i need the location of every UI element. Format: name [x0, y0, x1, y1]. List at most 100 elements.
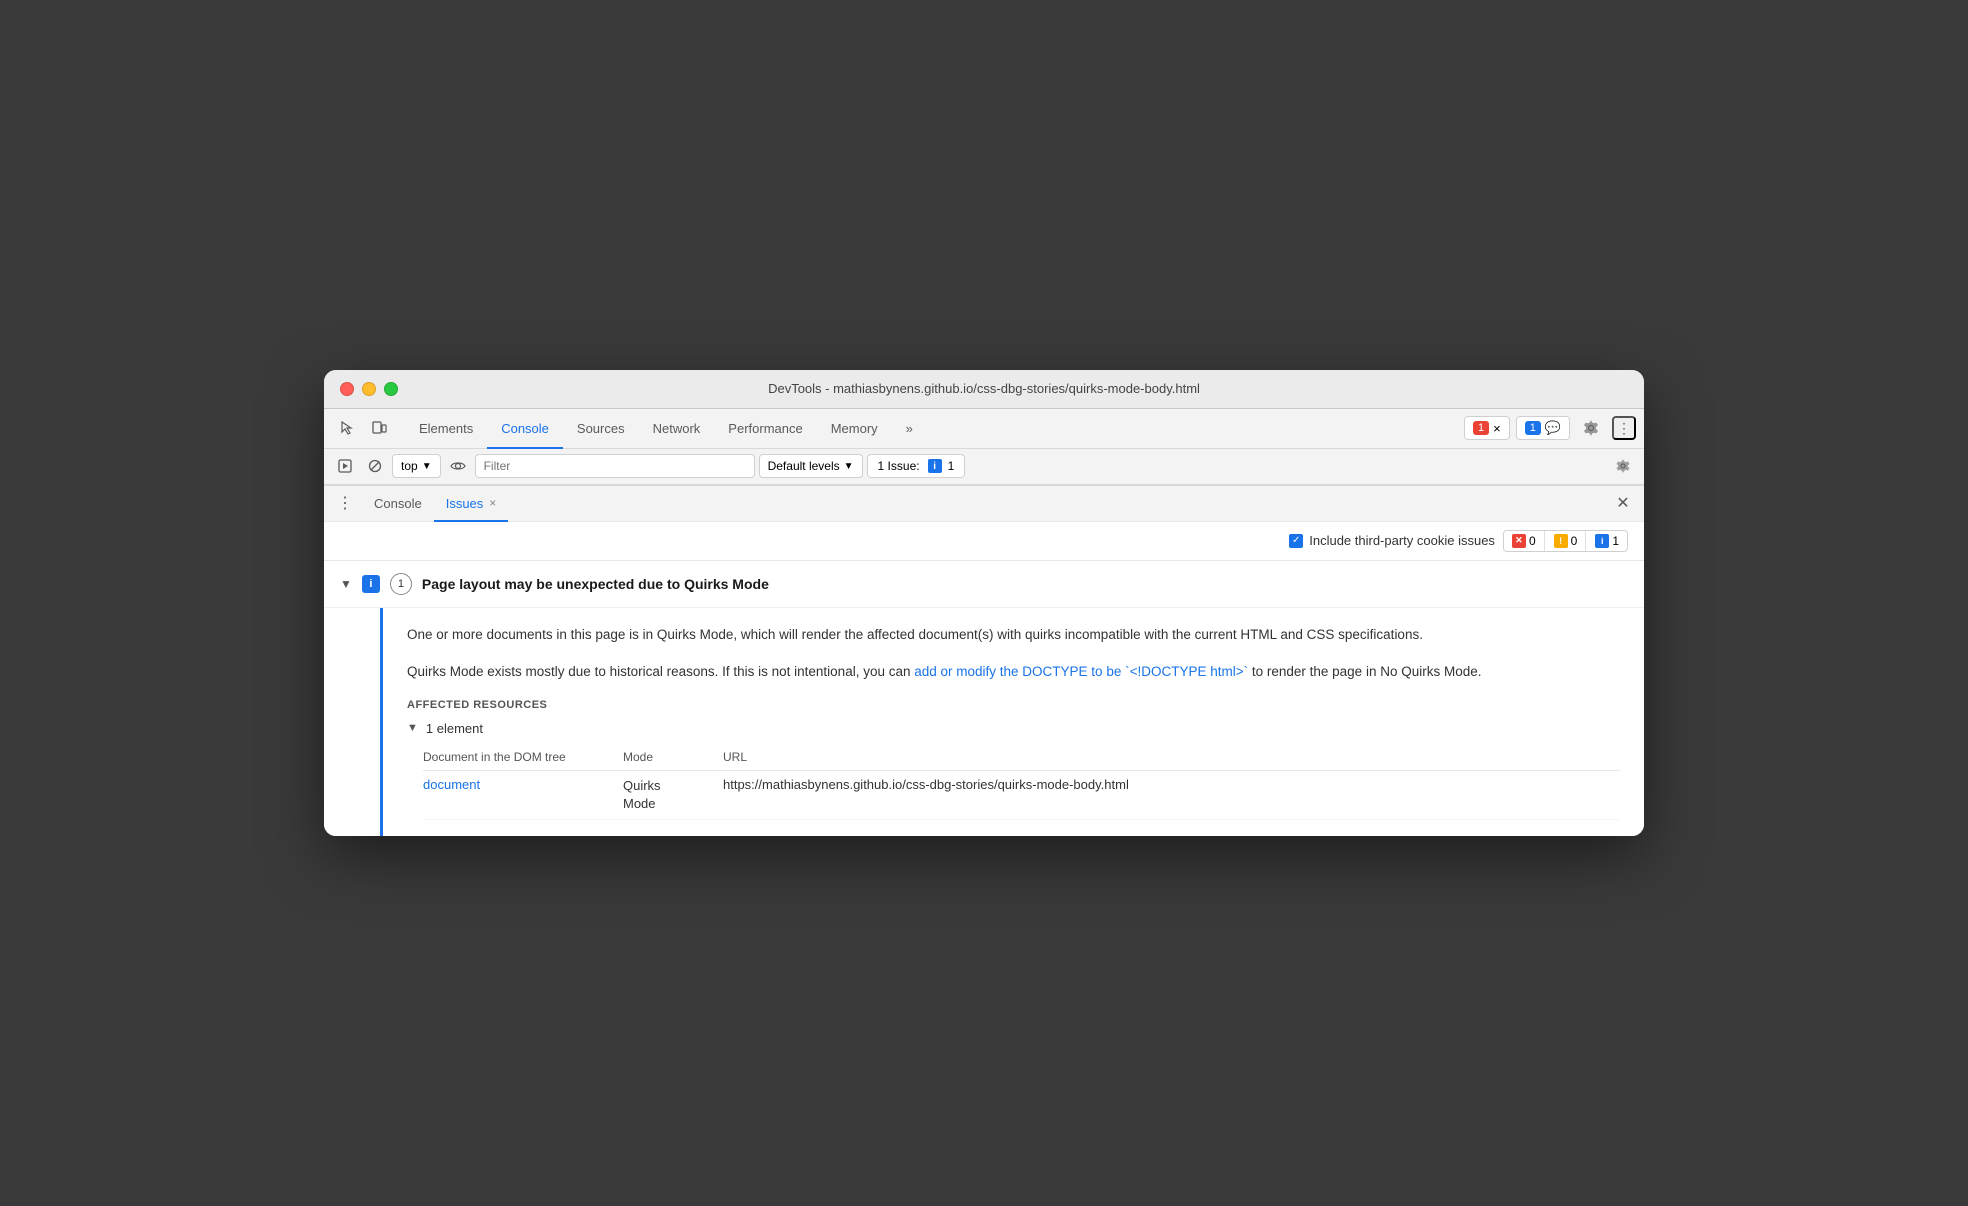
console-toolbar-right: [1610, 453, 1636, 479]
resource-count-label: 1 element: [426, 721, 483, 736]
issue-row: ▼ i 1 Page layout may be unexpected due …: [324, 561, 1644, 608]
block-icon: [368, 459, 382, 473]
tabs-area: Elements Console Sources Network Perform…: [405, 409, 1464, 448]
run-icon: [338, 459, 352, 473]
checkbox-checked-icon: ✓: [1289, 534, 1303, 548]
issue-counts: ✕ 0 ! 0 i 1: [1503, 530, 1628, 552]
resource-document-link[interactable]: document: [423, 777, 480, 792]
url-cell: https://mathiasbynens.github.io/css-dbg-…: [723, 777, 1620, 792]
warning-count: 0: [1571, 534, 1578, 548]
tab-memory[interactable]: Memory: [817, 410, 892, 449]
drawer: ⋮ Console Issues × ✕ ✓ Include third-par…: [324, 485, 1644, 837]
resource-expand-arrow: ▼: [407, 722, 418, 734]
include-label: Include third-party cookie issues: [1309, 533, 1495, 548]
devtools-toolbar: Elements Console Sources Network Perform…: [324, 409, 1644, 449]
issues-toolbar: ✓ Include third-party cookie issues ✕ 0 …: [324, 522, 1644, 561]
console-settings-button[interactable]: [1610, 453, 1636, 479]
doctype-link[interactable]: add or modify the DOCTYPE to be `<!DOCTY…: [914, 664, 1248, 679]
issue-type-icon: i: [362, 575, 380, 593]
tab-console[interactable]: Console: [487, 410, 563, 449]
issue-body-container: One or more documents in this page is in…: [324, 608, 1644, 837]
window-title: DevTools - mathiasbynens.github.io/css-d…: [768, 381, 1200, 396]
minimize-button[interactable]: [362, 382, 376, 396]
more-options-button[interactable]: ⋮: [1612, 416, 1636, 440]
issue-description-1: One or more documents in this page is in…: [407, 624, 1620, 646]
drawer-close-button[interactable]: ✕: [1610, 490, 1636, 516]
issues-badge-count: 1: [948, 459, 955, 473]
device-toggle-button[interactable]: [364, 413, 394, 443]
close-button[interactable]: [340, 382, 354, 396]
close-icon: ✕: [1616, 493, 1629, 513]
run-script-button[interactable]: [332, 453, 358, 479]
maximize-button[interactable]: [384, 382, 398, 396]
drawer-tab-console[interactable]: Console: [362, 486, 434, 522]
clear-console-button[interactable]: [362, 453, 388, 479]
error-count-item[interactable]: ✕ 0: [1504, 531, 1545, 551]
message-badge: 1: [1525, 421, 1541, 435]
issue-title: Page layout may be unexpected due to Qui…: [422, 576, 769, 592]
issues-badge-button[interactable]: 1 Issue: i 1: [867, 454, 966, 478]
tab-sources[interactable]: Sources: [563, 410, 639, 449]
error-count-icon: ✕: [1512, 534, 1526, 548]
toolbar-left: [332, 409, 405, 448]
default-levels-selector[interactable]: Default levels ▼: [759, 454, 863, 478]
context-label: top: [401, 459, 418, 473]
issues-badge-icon: i: [928, 459, 942, 473]
affected-resources-label: AFFECTED RESOURCES: [407, 699, 1620, 711]
title-bar: DevTools - mathiasbynens.github.io/css-d…: [324, 370, 1644, 409]
error-badge-label: ×: [1493, 421, 1501, 436]
drawer-tab-issues[interactable]: Issues ×: [434, 486, 509, 522]
issues-badge-label: 1 Issue:: [878, 459, 920, 473]
issue-body: One or more documents in this page is in…: [380, 608, 1644, 837]
drawer-header: ⋮ Console Issues × ✕: [324, 486, 1644, 522]
error-count: 0: [1529, 534, 1536, 548]
issues-content: ▼ i 1 Page layout may be unexpected due …: [324, 561, 1644, 837]
col-url-label: URL: [723, 750, 1620, 764]
tab-network[interactable]: Network: [639, 410, 715, 449]
console-gear-icon: [1616, 459, 1630, 473]
toolbar-right: 1 × 1 💬 ⋮: [1464, 409, 1636, 448]
issue-expand-arrow[interactable]: ▼: [340, 577, 352, 591]
tab-more[interactable]: »: [892, 410, 927, 449]
description-2-before: Quirks Mode exists mostly due to histori…: [407, 664, 914, 679]
tab-elements[interactable]: Elements: [405, 410, 487, 449]
warning-count-icon: !: [1554, 534, 1568, 548]
levels-label: Default levels: [768, 459, 840, 473]
resource-table-row: document Quirks Mode https://mathiasbyne…: [423, 771, 1620, 820]
col-mode-label: Mode: [623, 750, 723, 764]
resource-expand-row[interactable]: ▼ 1 element: [407, 721, 1620, 736]
quirks-mode-cell: Quirks Mode: [623, 777, 723, 813]
issue-description-2: Quirks Mode exists mostly due to histori…: [407, 661, 1620, 683]
error-badge: 1: [1473, 421, 1489, 435]
filter-input[interactable]: [475, 454, 755, 478]
issue-count-circle: 1: [390, 573, 412, 595]
warning-count-item[interactable]: ! 0: [1546, 531, 1587, 551]
console-toolbar: top ▼ Default levels ▼ 1 Issue: i 1: [324, 449, 1644, 485]
live-expression-button[interactable]: [445, 453, 471, 479]
resource-table: Document in the DOM tree Mode URL docume…: [423, 744, 1620, 820]
drawer-menu-button[interactable]: ⋮: [332, 490, 358, 516]
levels-arrow: ▼: [844, 461, 854, 472]
resource-link-cell: document: [423, 777, 623, 792]
col-doc-label: Document in the DOM tree: [423, 750, 623, 764]
issues-tab-close-button[interactable]: ×: [489, 496, 496, 510]
device-icon: [371, 420, 387, 436]
issue-body-indent: [324, 608, 380, 837]
include-third-party-checkbox[interactable]: ✓ Include third-party cookie issues: [1289, 533, 1495, 548]
message-badge-button[interactable]: 1 💬: [1516, 416, 1570, 440]
error-badge-button[interactable]: 1 ×: [1464, 416, 1510, 440]
eye-icon: [450, 459, 466, 473]
settings-button[interactable]: [1576, 413, 1606, 443]
traffic-lights: [340, 382, 398, 396]
info-count-item[interactable]: i 1: [1587, 531, 1627, 551]
affected-resources: AFFECTED RESOURCES ▼ 1 element Document …: [407, 699, 1620, 820]
message-icon: 💬: [1545, 420, 1561, 436]
info-count: 1: [1612, 534, 1619, 548]
resource-table-header: Document in the DOM tree Mode URL: [423, 744, 1620, 771]
info-count-icon: i: [1595, 534, 1609, 548]
gear-icon: [1583, 420, 1599, 436]
context-selector[interactable]: top ▼: [392, 454, 441, 478]
inspect-element-button[interactable]: [332, 413, 362, 443]
tab-performance[interactable]: Performance: [714, 410, 816, 449]
description-2-after: to render the page in No Quirks Mode.: [1248, 664, 1481, 679]
